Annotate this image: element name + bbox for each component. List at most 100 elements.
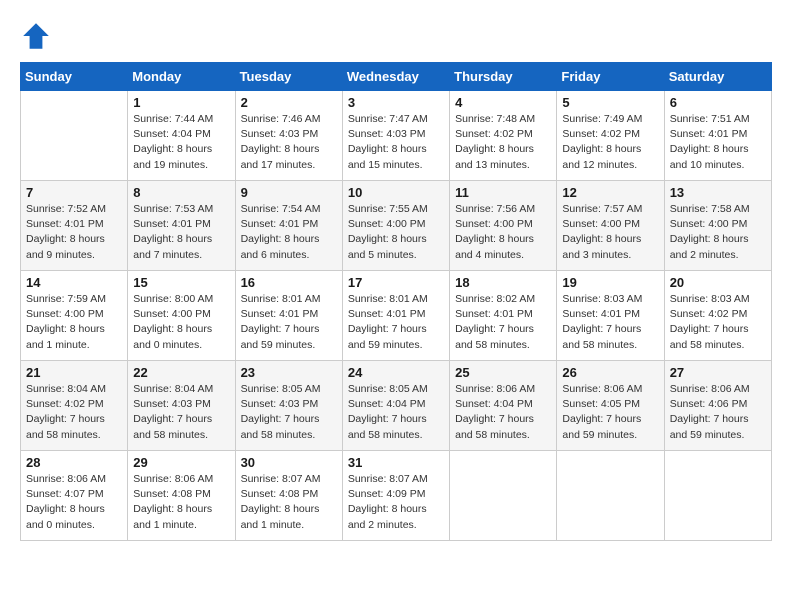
day-info: Sunrise: 7:53 AMSunset: 4:01 PMDaylight:… [133,202,229,263]
day-info: Sunrise: 8:00 AMSunset: 4:00 PMDaylight:… [133,292,229,353]
day-info: Sunrise: 8:01 AMSunset: 4:01 PMDaylight:… [241,292,337,353]
day-info: Sunrise: 8:05 AMSunset: 4:03 PMDaylight:… [241,382,337,443]
day-number: 26 [562,365,658,380]
weekday-header-row: SundayMondayTuesdayWednesdayThursdayFrid… [21,63,772,91]
day-info: Sunrise: 8:06 AMSunset: 4:04 PMDaylight:… [455,382,551,443]
day-info: Sunrise: 8:03 AMSunset: 4:01 PMDaylight:… [562,292,658,353]
weekday-header-sunday: Sunday [21,63,128,91]
day-info: Sunrise: 7:44 AMSunset: 4:04 PMDaylight:… [133,112,229,173]
day-info: Sunrise: 8:06 AMSunset: 4:05 PMDaylight:… [562,382,658,443]
day-number: 4 [455,95,551,110]
calendar-cell: 10 Sunrise: 7:55 AMSunset: 4:00 PMDayligh… [342,181,449,271]
weekday-header-wednesday: Wednesday [342,63,449,91]
calendar-cell: 23 Sunrise: 8:05 AMSunset: 4:03 PMDayligh… [235,361,342,451]
calendar-cell: 30Sunrise: 8:07 AMSunset: 4:08 PMDayligh… [235,451,342,541]
day-number: 1 [133,95,229,110]
day-info: Sunrise: 8:04 AMSunset: 4:03 PMDaylight:… [133,382,229,443]
weekday-header-saturday: Saturday [664,63,771,91]
calendar-cell: 17Sunrise: 8:01 AMSunset: 4:01 PMDayligh… [342,271,449,361]
calendar-cell: 22Sunrise: 8:04 AMSunset: 4:03 PMDayligh… [128,361,235,451]
calendar-cell: 6 Sunrise: 7:51 AMSunset: 4:01 PMDaylight… [664,91,771,181]
day-number: 25 [455,365,551,380]
calendar-cell: 7 Sunrise: 7:52 AMSunset: 4:01 PMDaylight… [21,181,128,271]
calendar-cell: 8 Sunrise: 7:53 AMSunset: 4:01 PMDaylight… [128,181,235,271]
calendar-cell: 28 Sunrise: 8:06 AMSunset: 4:07 PMDayligh… [21,451,128,541]
logo [20,20,56,52]
weekday-header-tuesday: Tuesday [235,63,342,91]
day-info: Sunrise: 7:54 AMSunset: 4:01 PMDaylight:… [241,202,337,263]
calendar-cell: 11 Sunrise: 7:56 AMSunset: 4:00 PMDayligh… [450,181,557,271]
day-number: 23 [241,365,337,380]
calendar-cell: 15 Sunrise: 8:00 AMSunset: 4:00 PMDayligh… [128,271,235,361]
calendar-week-5: 28 Sunrise: 8:06 AMSunset: 4:07 PMDayligh… [21,451,772,541]
calendar-cell: 5 Sunrise: 7:49 AMSunset: 4:02 PMDaylight… [557,91,664,181]
day-number: 28 [26,455,122,470]
day-number: 8 [133,185,229,200]
calendar-cell: 19Sunrise: 8:03 AMSunset: 4:01 PMDayligh… [557,271,664,361]
day-number: 31 [348,455,444,470]
calendar-cell: 3 Sunrise: 7:47 AMSunset: 4:03 PMDaylight… [342,91,449,181]
day-number: 6 [670,95,766,110]
weekday-header-monday: Monday [128,63,235,91]
calendar-table: SundayMondayTuesdayWednesdayThursdayFrid… [20,62,772,541]
calendar-week-1: 1 Sunrise: 7:44 AMSunset: 4:04 PMDaylight… [21,91,772,181]
calendar-cell [450,451,557,541]
day-number: 2 [241,95,337,110]
weekday-header-thursday: Thursday [450,63,557,91]
day-info: Sunrise: 7:47 AMSunset: 4:03 PMDaylight:… [348,112,444,173]
calendar-cell: 4 Sunrise: 7:48 AMSunset: 4:02 PMDaylight… [450,91,557,181]
day-number: 11 [455,185,551,200]
day-number: 10 [348,185,444,200]
day-info: Sunrise: 7:55 AMSunset: 4:00 PMDaylight:… [348,202,444,263]
day-number: 27 [670,365,766,380]
day-number: 21 [26,365,122,380]
day-number: 24 [348,365,444,380]
calendar-cell: 21Sunrise: 8:04 AMSunset: 4:02 PMDayligh… [21,361,128,451]
calendar-cell [664,451,771,541]
day-info: Sunrise: 8:06 AMSunset: 4:07 PMDaylight:… [26,472,122,533]
day-number: 13 [670,185,766,200]
calendar-cell: 14 Sunrise: 7:59 AMSunset: 4:00 PMDayligh… [21,271,128,361]
day-number: 15 [133,275,229,290]
day-info: Sunrise: 8:02 AMSunset: 4:01 PMDaylight:… [455,292,551,353]
day-info: Sunrise: 7:52 AMSunset: 4:01 PMDaylight:… [26,202,122,263]
calendar-cell [21,91,128,181]
day-info: Sunrise: 8:07 AMSunset: 4:09 PMDaylight:… [348,472,444,533]
calendar-cell: 13 Sunrise: 7:58 AMSunset: 4:00 PMDayligh… [664,181,771,271]
day-number: 5 [562,95,658,110]
day-info: Sunrise: 8:05 AMSunset: 4:04 PMDaylight:… [348,382,444,443]
logo-icon [20,20,52,52]
calendar-cell: 31 Sunrise: 8:07 AMSunset: 4:09 PMDayligh… [342,451,449,541]
day-info: Sunrise: 7:56 AMSunset: 4:00 PMDaylight:… [455,202,551,263]
day-number: 29 [133,455,229,470]
day-number: 14 [26,275,122,290]
day-number: 9 [241,185,337,200]
day-number: 18 [455,275,551,290]
day-info: Sunrise: 8:06 AMSunset: 4:06 PMDaylight:… [670,382,766,443]
day-number: 30 [241,455,337,470]
day-number: 7 [26,185,122,200]
calendar-body: 1 Sunrise: 7:44 AMSunset: 4:04 PMDaylight… [21,91,772,541]
day-number: 20 [670,275,766,290]
calendar-cell: 12Sunrise: 7:57 AMSunset: 4:00 PMDayligh… [557,181,664,271]
day-info: Sunrise: 7:59 AMSunset: 4:00 PMDaylight:… [26,292,122,353]
day-info: Sunrise: 7:51 AMSunset: 4:01 PMDaylight:… [670,112,766,173]
calendar-cell [557,451,664,541]
calendar-cell: 24 Sunrise: 8:05 AMSunset: 4:04 PMDayligh… [342,361,449,451]
day-number: 3 [348,95,444,110]
day-info: Sunrise: 7:46 AMSunset: 4:03 PMDaylight:… [241,112,337,173]
weekday-header-friday: Friday [557,63,664,91]
calendar-cell: 25 Sunrise: 8:06 AMSunset: 4:04 PMDayligh… [450,361,557,451]
calendar-cell: 26 Sunrise: 8:06 AMSunset: 4:05 PMDayligh… [557,361,664,451]
day-number: 17 [348,275,444,290]
calendar-cell: 1 Sunrise: 7:44 AMSunset: 4:04 PMDaylight… [128,91,235,181]
calendar-cell: 2 Sunrise: 7:46 AMSunset: 4:03 PMDaylight… [235,91,342,181]
day-info: Sunrise: 8:06 AMSunset: 4:08 PMDaylight:… [133,472,229,533]
calendar-week-3: 14 Sunrise: 7:59 AMSunset: 4:00 PMDayligh… [21,271,772,361]
calendar-cell: 29 Sunrise: 8:06 AMSunset: 4:08 PMDayligh… [128,451,235,541]
calendar-cell: 9 Sunrise: 7:54 AMSunset: 4:01 PMDaylight… [235,181,342,271]
day-info: Sunrise: 7:49 AMSunset: 4:02 PMDaylight:… [562,112,658,173]
day-info: Sunrise: 7:48 AMSunset: 4:02 PMDaylight:… [455,112,551,173]
page-header [20,20,772,52]
day-info: Sunrise: 7:58 AMSunset: 4:00 PMDaylight:… [670,202,766,263]
